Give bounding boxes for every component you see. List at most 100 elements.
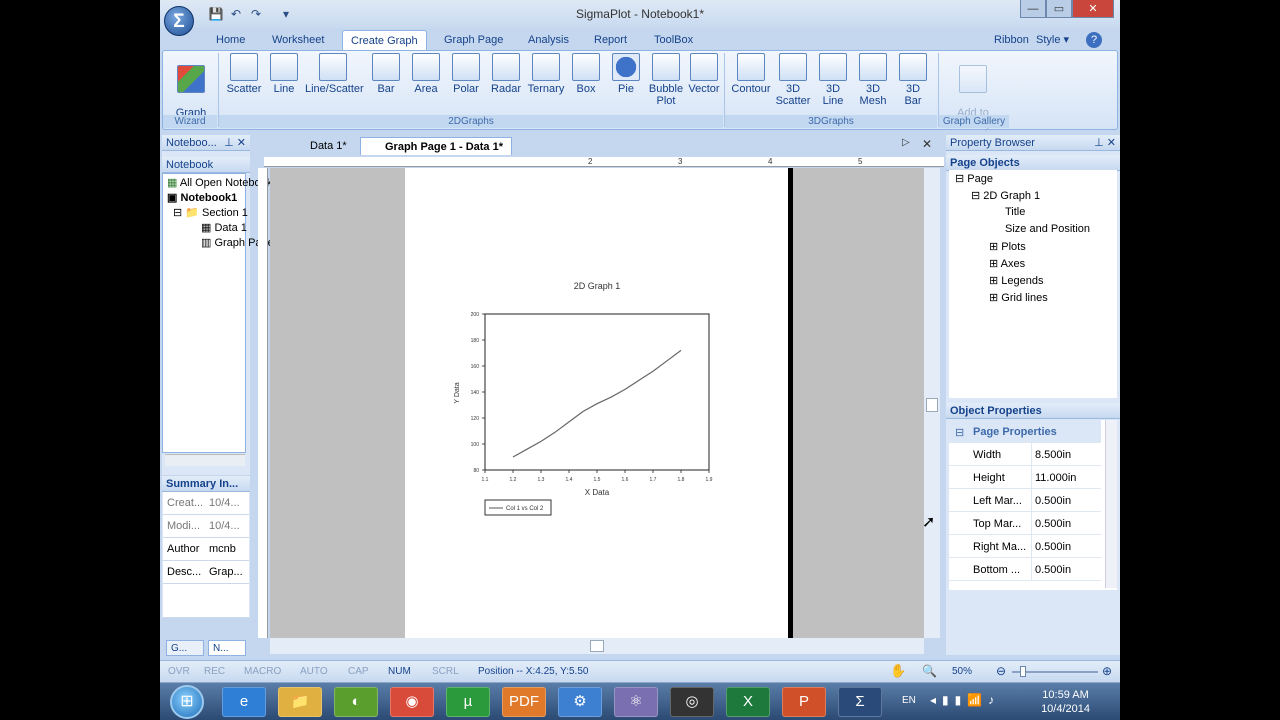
taskbar-utorrent-icon[interactable]: µ (446, 687, 490, 717)
scatter-button[interactable]: Scatter (225, 53, 263, 95)
tree-item-data1[interactable]: ▦ Data 1 (201, 221, 247, 234)
object-properties-table: ⊟ Page Properties Width 8.500in Height 11.0… (949, 420, 1117, 590)
zoom-in-icon[interactable]: ⊕ (1102, 664, 1112, 678)
vertical-scrollbar[interactable] (924, 168, 940, 638)
save-icon[interactable]: 💾 (208, 6, 224, 22)
scatter-label: Scatter (226, 83, 262, 95)
3d-mesh-button[interactable]: 3D Mesh (853, 53, 893, 107)
tab-data1[interactable]: Data 1* (286, 137, 355, 155)
y-axis-label[interactable]: Y Data (454, 382, 461, 403)
graph-chart[interactable]: 2D Graph 1 1.1 1.2 1.3 1.4 1.5 1.6 1.7 1.8 1.9 80… (405, 168, 789, 638)
chart-title[interactable]: 2D Graph 1 (574, 281, 621, 291)
3d-line-button[interactable]: 3D Line (813, 53, 853, 107)
summary-row[interactable]: Modi... 10/4... (163, 515, 249, 538)
line-button[interactable]: Line (265, 53, 303, 95)
summary-row[interactable]: Author mcnb (163, 538, 249, 561)
hscroll-thumb[interactable] (590, 640, 604, 652)
vector-button[interactable]: Vector (685, 53, 723, 95)
x-axis-label[interactable]: X Data (585, 488, 610, 497)
taskbar-chrome-icon[interactable]: ◉ (390, 687, 434, 717)
taskbar-media-player-icon[interactable]: ◐ (334, 687, 378, 717)
tab-graph-page1[interactable]: Graph Page 1 - Data 1* (360, 137, 512, 155)
zoom-slider-thumb[interactable] (1020, 666, 1026, 677)
language-indicator[interactable]: EN (902, 695, 916, 706)
tree-item-notebook1[interactable]: ▣ Notebook1 (167, 191, 237, 204)
page-properties-section[interactable]: ⊟ Page Properties (949, 420, 1101, 443)
redo-icon[interactable]: ↷ (248, 6, 264, 22)
pane-pin-close-icon[interactable]: ⊥ ✕ (224, 135, 246, 151)
undo-icon[interactable]: ↶ (228, 6, 244, 22)
application-orb-button[interactable]: Σ (164, 6, 194, 36)
taskbar-clock[interactable]: 10:59 AM 10/4/2014 (1041, 688, 1090, 716)
taskbar-internet-explorer-icon[interactable]: e (222, 687, 266, 717)
tree-node-plots[interactable]: ⊞ Plots (989, 240, 1026, 253)
taskbar-file-explorer-icon[interactable]: 📁 (278, 687, 322, 717)
radar-button[interactable]: Radar (487, 53, 525, 95)
ternary-button[interactable]: Ternary (527, 53, 565, 95)
3d-bar-button[interactable]: 3D Bar (893, 53, 933, 107)
qat-customize-icon[interactable]: ▾ (278, 6, 294, 22)
property-row-top-margin[interactable]: Top Mar... 0.500in (949, 512, 1101, 535)
tree-node-axes[interactable]: ⊞ Axes (989, 257, 1025, 270)
close-button[interactable]: ✕ (1072, 0, 1114, 18)
tree-node-legends[interactable]: ⊞ Legends (989, 274, 1044, 287)
area-button[interactable]: Area (407, 53, 445, 95)
horizontal-scrollbar[interactable] (270, 638, 924, 654)
pie-button[interactable]: Pie (607, 53, 645, 95)
legend-box[interactable]: Col 1 vs Col 2 (484, 499, 552, 516)
property-row-right-margin[interactable]: Right Ma... 0.500in (949, 535, 1101, 558)
tab-home[interactable]: Home (208, 30, 253, 50)
bubble-plot-button[interactable]: Bubble Plot (647, 53, 685, 107)
start-button[interactable]: ⊞ (170, 685, 204, 719)
summary-row[interactable]: Creat... 10/4... (163, 492, 249, 515)
tab-notebook[interactable]: N... (208, 640, 246, 656)
maximize-button[interactable]: ▭ (1046, 0, 1072, 18)
pane-pin-close-icon[interactable]: ⊥ ✕ (1094, 135, 1116, 151)
tree-node-page[interactable]: ⊟ Page (955, 172, 993, 185)
tab-toolbox[interactable]: ToolBox (646, 30, 701, 50)
zoom-out-icon[interactable]: ⊖ (996, 664, 1006, 678)
tree-node-grid-lines[interactable]: ⊞ Grid lines (989, 291, 1048, 304)
line-scatter-button[interactable]: Line/Scatter (305, 53, 364, 95)
property-row-height[interactable]: Height 11.000in (949, 466, 1101, 489)
polar-button[interactable]: Polar (447, 53, 485, 95)
close-doc-icon[interactable]: ✕ (922, 137, 932, 151)
scroll-tabs-icon[interactable]: ▷ (902, 137, 910, 148)
summary-row[interactable]: Desc... Grap... (163, 561, 249, 584)
tree-node-2d-graph[interactable]: ⊟ 2D Graph 1 (971, 189, 1040, 202)
pie-label: Pie (618, 83, 634, 95)
taskbar-pdf-reader-icon[interactable]: PDF (502, 687, 546, 717)
system-tray-icons[interactable]: ◂▮▮📶♪ (930, 693, 1000, 707)
style-menu[interactable]: Style ▾ (1028, 30, 1077, 50)
property-row-width[interactable]: Width 8.500in (949, 443, 1101, 466)
taskbar-excel-icon[interactable]: X (726, 687, 770, 717)
tab-report[interactable]: Report (586, 30, 635, 50)
property-row-left-margin[interactable]: Left Mar... 0.500in (949, 489, 1101, 512)
taskbar-powerpoint-icon[interactable]: P (782, 687, 826, 717)
tab-graph-properties[interactable]: G... (166, 640, 204, 656)
box-button[interactable]: Box (567, 53, 605, 95)
3d-scatter-button[interactable]: 3D Scatter (773, 53, 813, 107)
tab-create-graph[interactable]: Create Graph (342, 30, 427, 50)
tree-item-section1[interactable]: ⊟ 📁 Section 1 (173, 206, 248, 219)
taskbar-sigmaplot-icon[interactable]: Σ (838, 687, 882, 717)
tree-node-size-position[interactable]: Size and Position (1005, 223, 1090, 235)
minimize-button[interactable]: — (1020, 0, 1046, 18)
taskbar-network-tool-icon[interactable]: ⚙ (558, 687, 602, 717)
contour-button[interactable]: Contour (731, 53, 771, 95)
tab-graph-page[interactable]: Graph Page (436, 30, 511, 50)
bar-button[interactable]: Bar (367, 53, 405, 95)
taskbar-app-tool-icon[interactable]: ⚛ (614, 687, 658, 717)
tree-node-title[interactable]: Title (1005, 206, 1025, 218)
help-icon[interactable]: ? (1086, 32, 1102, 48)
notebook-hscroll[interactable] (165, 454, 245, 466)
vscroll-thumb[interactable] (926, 398, 938, 412)
tab-worksheet[interactable]: Worksheet (264, 30, 332, 50)
properties-scrollbar[interactable] (1105, 420, 1117, 588)
zoom-magnifier-icon[interactable]: 🔍 (922, 664, 937, 678)
graph-page-paper[interactable]: 2D Graph 1 1.1 1.2 1.3 1.4 1.5 1.6 1.7 1.8 1.9 80… (405, 168, 789, 638)
taskbar-camera-icon[interactable]: ◎ (670, 687, 714, 717)
tab-analysis[interactable]: Analysis (520, 30, 577, 50)
pan-hand-icon[interactable]: ✋ (890, 663, 906, 679)
property-row-bottom-margin[interactable]: Bottom ... 0.500in (949, 558, 1101, 581)
